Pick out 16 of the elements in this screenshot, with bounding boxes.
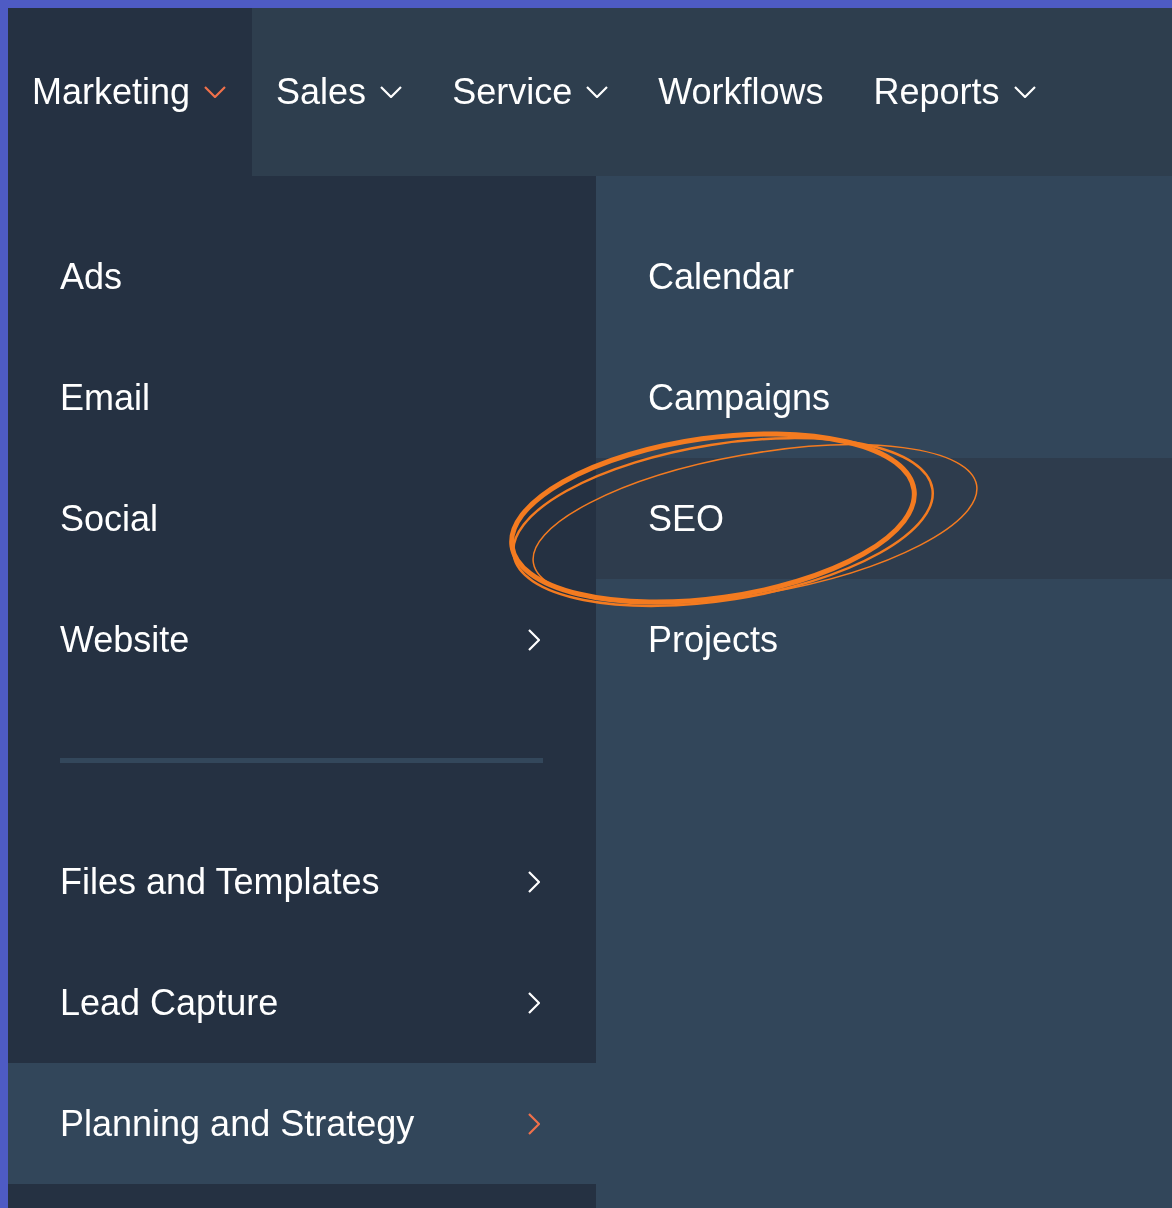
nav-tab[interactable]: Workflows <box>634 8 850 176</box>
menu-item[interactable]: Ads <box>8 216 596 337</box>
nav-tab[interactable]: Marketing <box>8 8 253 176</box>
menu-item[interactable]: Website <box>8 579 596 700</box>
nav-tab[interactable]: Reports <box>849 8 1062 176</box>
submenu-item[interactable]: Campaigns <box>596 337 1172 458</box>
submenu-item[interactable]: Calendar <box>596 216 1172 337</box>
nav-tab[interactable]: Sales <box>252 8 429 176</box>
submenu-item[interactable]: Projects <box>596 579 1172 700</box>
nav-tab[interactable]: Service <box>428 8 635 176</box>
menu-item[interactable]: Email <box>8 337 596 458</box>
menu-item[interactable]: Files and Templates <box>8 821 596 942</box>
submenu-item[interactable]: SEO <box>596 458 1172 579</box>
menu-item[interactable]: Lead Capture <box>8 942 596 1063</box>
menu-item[interactable]: Social <box>8 458 596 579</box>
menu-item[interactable]: Planning and Strategy <box>8 1063 596 1184</box>
